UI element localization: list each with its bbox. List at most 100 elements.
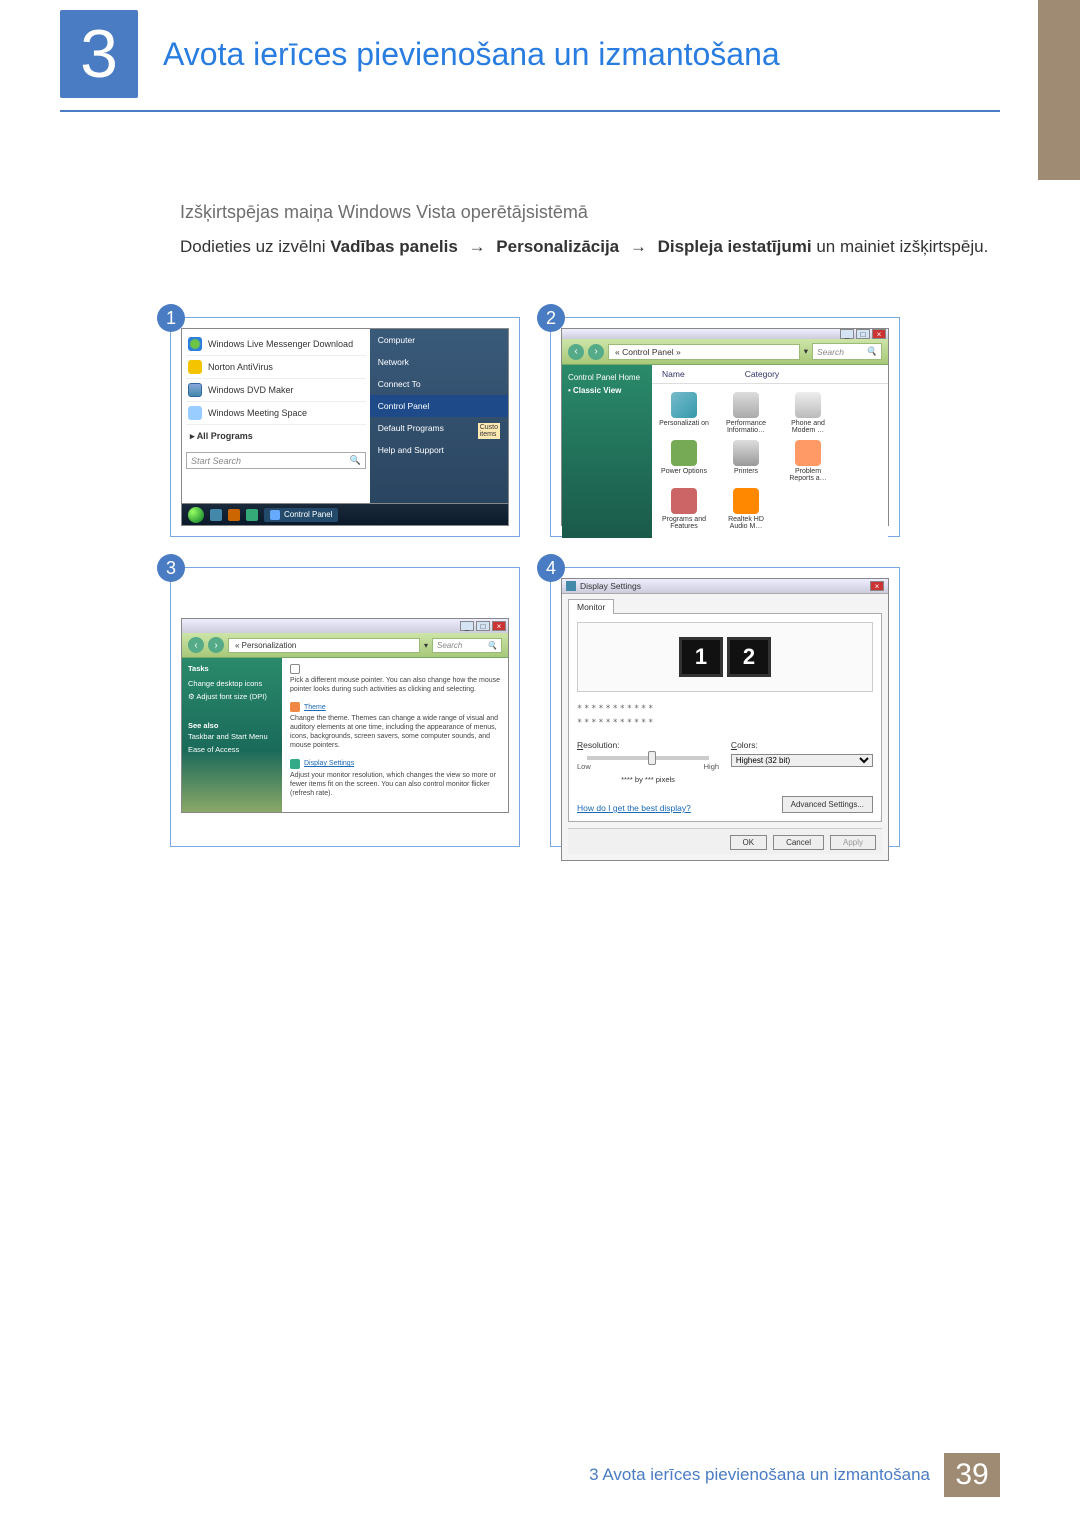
start-item-label: Windows DVD Maker (208, 385, 294, 395)
page-number: 39 (944, 1453, 1000, 1497)
maximize-button[interactable]: □ (476, 621, 490, 631)
breadcrumb[interactable]: « Control Panel » (608, 344, 800, 360)
start-right-computer[interactable]: Computer (370, 329, 508, 351)
search-placeholder: Start Search (191, 456, 241, 466)
maximize-button[interactable]: □ (856, 329, 870, 339)
cp-phone-modem[interactable]: Phone and Modem … (782, 392, 834, 434)
step-1-panel: 1 Windows Live Messenger Download Norton… (170, 317, 520, 537)
colors-label: Colors: (731, 740, 873, 750)
screenshot-grid: 1 Windows Live Messenger Download Norton… (170, 317, 1000, 847)
minimize-button[interactable]: _ (840, 329, 854, 339)
cp-classic-view-link[interactable]: • Classic View (568, 384, 646, 397)
apply-button[interactable]: Apply (830, 835, 876, 850)
advanced-settings-button[interactable]: Advanced Settings... (782, 796, 873, 813)
monitor-tab[interactable]: Monitor (568, 599, 614, 614)
mouse-pointer-heading (290, 664, 500, 674)
cp-realtek-audio[interactable]: Realtek HD Audio M… (720, 488, 772, 530)
search-input[interactable]: Search 🔍 (812, 343, 882, 360)
search-icon: 🔍 (487, 641, 497, 650)
dialog-title: Display Settings (580, 581, 641, 591)
norton-icon (188, 360, 202, 374)
cp-problem-reports[interactable]: Problem Reports a… (782, 440, 834, 482)
monitor-icon (566, 581, 576, 591)
forward-button[interactable]: › (588, 344, 604, 360)
colors-select[interactable]: Highest (32 bit) (731, 754, 873, 767)
close-button[interactable]: × (492, 621, 506, 631)
step-badge-4: 4 (537, 554, 565, 582)
col-category[interactable]: Category (745, 369, 780, 379)
display-settings-link[interactable]: Display Settings (290, 759, 500, 769)
cursor-icon (290, 664, 300, 674)
printer-icon (733, 440, 759, 466)
ok-button[interactable]: OK (730, 835, 768, 850)
instr-prefix: Dodieties uz izvēlni (180, 237, 330, 256)
start-right-help[interactable]: Help and Support (370, 439, 508, 461)
power-icon (671, 440, 697, 466)
instr-path-2: Personalizācija (496, 237, 619, 256)
redacted-line: *********** (577, 704, 873, 714)
cp-programs-features[interactable]: Programs and Features (658, 488, 710, 530)
cp-personalization[interactable]: Personalizati on (658, 392, 710, 434)
cp-power-options[interactable]: Power Options (658, 440, 710, 482)
theme-icon (290, 702, 300, 712)
chapter-title: Avota ierīces pievienošana un izmantošan… (163, 36, 1000, 73)
taskbar-control-panel-button[interactable]: Control Panel (264, 508, 338, 522)
personalization-sidebar: Tasks Change desktop icons ⚙ Adjust font… (182, 658, 282, 812)
cancel-button[interactable]: Cancel (773, 835, 824, 850)
tasks-heading: Tasks (188, 664, 276, 673)
start-all-programs[interactable]: ▸ All Programs (186, 425, 366, 448)
cp-performance[interactable]: Performance Informatio… (720, 392, 772, 434)
start-right-control-panel[interactable]: Control Panel (370, 395, 508, 417)
cp-home-link[interactable]: Control Panel Home (568, 371, 646, 384)
start-right-default-programs[interactable]: Default Programs Custoitems (370, 417, 508, 439)
close-button[interactable]: × (872, 329, 886, 339)
monitor-1[interactable]: 1 (679, 637, 723, 677)
resolution-value: **** by *** pixels (577, 775, 719, 784)
slider-thumb[interactable] (648, 751, 656, 765)
start-menu-screenshot: Windows Live Messenger Download Norton A… (181, 328, 509, 526)
arrow-icon: → (624, 237, 653, 256)
cp-printers[interactable]: Printers (720, 440, 772, 482)
start-right-connect[interactable]: Connect To (370, 373, 508, 395)
control-panel-screenshot: _ □ × ‹ › « Control Panel » ▾ Search 🔍 (561, 328, 889, 526)
breadcrumb[interactable]: « Personalization (228, 638, 420, 653)
resolution-slider[interactable] (587, 756, 709, 760)
realtek-icon (733, 488, 759, 514)
start-search-input[interactable]: Start Search 🔍 (186, 452, 366, 469)
start-item-norton[interactable]: Norton AntiVirus (186, 356, 366, 379)
section-subheading: Izšķirtspējas maiņa Windows Vista operēt… (180, 202, 1000, 223)
adjust-font-size-link[interactable]: ⚙ Adjust font size (DPI) (188, 690, 276, 703)
dvd-icon (188, 383, 202, 397)
start-item-label: Windows Live Messenger Download (208, 339, 353, 349)
slider-low-label: Low (577, 762, 591, 771)
start-item-msn[interactable]: Windows Live Messenger Download (186, 333, 366, 356)
forward-button[interactable]: › (208, 637, 224, 653)
start-right-network[interactable]: Network (370, 351, 508, 373)
step-badge-2: 2 (537, 304, 565, 332)
taskbar-quick-icon[interactable] (246, 509, 258, 521)
taskbar-quick-icon[interactable] (210, 509, 222, 521)
redacted-line: *********** (577, 718, 873, 728)
taskbar-start-menu-link[interactable]: Taskbar and Start Menu (188, 730, 276, 743)
window-titlebar: _ □ × (562, 329, 888, 339)
monitor-2[interactable]: 2 (727, 637, 771, 677)
personalization-icon (671, 392, 697, 418)
minimize-button[interactable]: _ (460, 621, 474, 631)
search-input[interactable]: Search 🔍 (432, 638, 502, 653)
close-button[interactable]: × (870, 581, 884, 591)
start-item-meeting[interactable]: Windows Meeting Space (186, 402, 366, 425)
back-button[interactable]: ‹ (188, 637, 204, 653)
monitor-preview: 1 2 (577, 622, 873, 692)
col-name[interactable]: Name (662, 369, 685, 379)
start-orb-icon[interactable] (188, 507, 204, 523)
change-desktop-icons-link[interactable]: Change desktop icons (188, 677, 276, 690)
ease-of-access-link[interactable]: Ease of Access (188, 743, 276, 756)
theme-link[interactable]: Theme (290, 702, 500, 712)
start-item-dvdmaker[interactable]: Windows DVD Maker (186, 379, 366, 402)
back-button[interactable]: ‹ (568, 344, 584, 360)
side-tab (1038, 0, 1080, 180)
search-placeholder: Search (817, 347, 844, 357)
taskbar-quick-icon[interactable] (228, 509, 240, 521)
search-icon: 🔍 (866, 346, 877, 357)
best-display-link[interactable]: How do I get the best display? (577, 803, 691, 813)
